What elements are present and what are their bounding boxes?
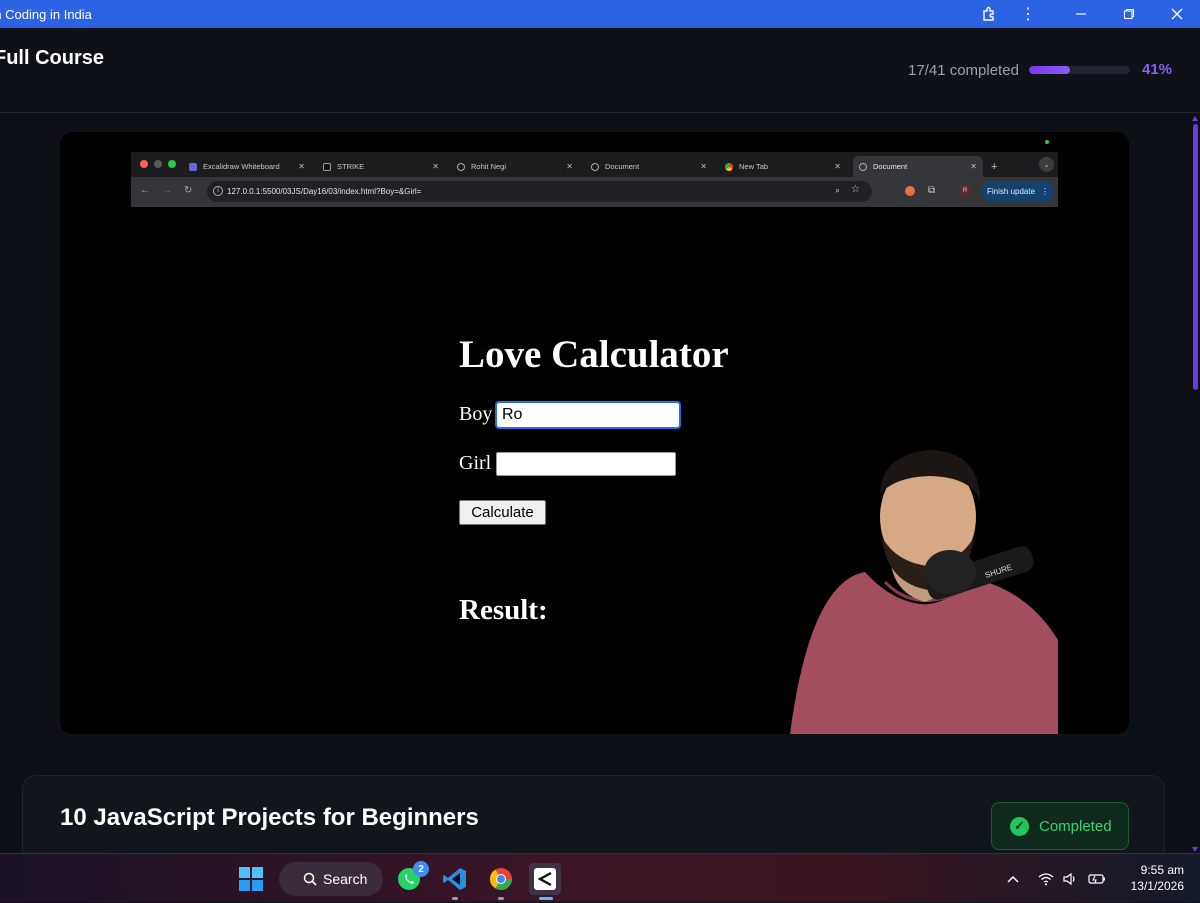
zoom-dot-icon (168, 160, 176, 168)
globe-icon (457, 162, 465, 171)
tab-close-icon[interactable]: ✕ (700, 162, 707, 171)
minimize-button[interactable] (1068, 0, 1094, 28)
window-title-bar: rn Coding in India ⋮ (0, 0, 1200, 28)
progress-fill (1029, 66, 1071, 74)
site-info-icon[interactable]: i (213, 186, 223, 196)
taskbar: Search 2 9:55 am 13/1/2026 (0, 853, 1200, 902)
tab-close-icon[interactable]: ✕ (834, 162, 841, 171)
excalidraw-icon (189, 162, 197, 171)
restore-button[interactable] (1116, 0, 1142, 28)
app-icon[interactable] (529, 863, 561, 895)
globe-icon (591, 162, 599, 171)
vscode-icon[interactable] (439, 863, 471, 895)
bookmark-star-icon[interactable]: ☆ (851, 184, 860, 195)
recording-indicator (1045, 140, 1049, 144)
girl-input[interactable] (496, 452, 676, 476)
love-calculator-title: Love Calculator (459, 333, 729, 376)
girl-label: Girl (459, 452, 492, 474)
minimize-dot-icon (154, 160, 162, 168)
browser-tab[interactable]: Excalidraw Whiteboard ✕ (183, 156, 311, 177)
search-icon (303, 872, 317, 886)
presenter-webcam: SHURE (790, 450, 1058, 734)
tab-close-icon[interactable]: ✕ (566, 162, 573, 171)
browser-tab-active[interactable]: Document ✕ (853, 156, 983, 177)
extension-icon[interactable] (905, 186, 915, 196)
windows-start-icon[interactable] (235, 863, 267, 895)
scroll-thumb[interactable] (1193, 124, 1198, 390)
wifi-icon[interactable] (1038, 854, 1054, 903)
browser-tab[interactable]: New Tab ✕ (719, 156, 847, 177)
embedded-browser: Excalidraw Whiteboard ✕ STRIKE ✕ Rohit Neg… (131, 152, 1058, 207)
course-header: Full Course 17/41 completed 41% (0, 28, 1200, 113)
running-indicator (452, 897, 458, 900)
whatsapp-icon[interactable]: 2 (393, 861, 429, 895)
zoom-icon[interactable]: ⌕ (835, 185, 840, 196)
finish-update-button[interactable]: Finish update ⋮ (981, 181, 1054, 202)
battery-icon[interactable] (1088, 854, 1106, 903)
volume-icon[interactable] (1062, 854, 1078, 903)
clock-date: 13/1/2026 (1130, 879, 1184, 893)
active-indicator (539, 897, 553, 900)
profile-avatar[interactable]: R (959, 185, 971, 197)
taskbar-search[interactable]: Search (279, 862, 383, 896)
progress-bar (1029, 66, 1130, 74)
globe-icon (859, 162, 867, 171)
tab-close-icon[interactable]: ✕ (970, 162, 977, 171)
window-title: rn Coding in India (0, 6, 92, 22)
tab-search-icon[interactable]: ⌄ (1039, 157, 1054, 172)
address-bar-row: ← → ↻ i 127.0.0.1:5500/03JS/Day16/03/ind… (131, 177, 1058, 207)
scroll-up-icon[interactable] (1192, 116, 1198, 121)
result-heading: Result: (459, 594, 548, 626)
project-title: 10 JavaScript Projects for Beginners (60, 804, 479, 831)
boy-input[interactable]: Ro (495, 401, 681, 429)
browser-tab-row: Excalidraw Whiteboard ✕ STRIKE ✕ Rohit Neg… (131, 152, 1058, 177)
scroll-down-icon[interactable] (1192, 847, 1198, 852)
tab-close-icon[interactable]: ✕ (432, 162, 439, 171)
video-player[interactable]: Excalidraw Whiteboard ✕ STRIKE ✕ Rohit Neg… (60, 132, 1129, 734)
system-clock[interactable]: 9:55 am 13/1/2026 (1120, 862, 1184, 894)
reload-icon[interactable]: ↻ (184, 185, 192, 196)
running-indicator (498, 897, 504, 900)
progress-percent: 41% (1142, 61, 1173, 78)
forward-arrow-icon[interactable]: → (162, 185, 172, 196)
scrollbar[interactable] (1190, 114, 1200, 854)
address-bar[interactable]: i 127.0.0.1:5500/03JS/Day16/03/index.htm… (207, 181, 872, 202)
close-dot-icon (140, 160, 148, 168)
more-options-icon: ⋮ (1041, 187, 1050, 196)
course-title: Full Course (0, 47, 105, 69)
chrome-icon[interactable] (485, 863, 517, 895)
browser-tab[interactable]: STRIKE ✕ (317, 156, 445, 177)
clock-time: 9:55 am (1140, 863, 1184, 877)
chrome-icon (725, 162, 733, 171)
strike-icon (323, 162, 331, 171)
progress-text: 17/41 completed (908, 62, 1019, 79)
puzzle-icon[interactable]: ⧉ (928, 185, 935, 196)
show-hidden-icons-icon[interactable] (1006, 854, 1020, 903)
back-arrow-icon[interactable]: ← (140, 185, 150, 196)
completed-button[interactable]: ✓ Completed (991, 802, 1129, 850)
boy-label: Boy (459, 403, 493, 425)
url-text: 127.0.0.1:5500/03JS/Day16/03/index.html?… (227, 187, 422, 196)
check-circle-icon: ✓ (1010, 816, 1029, 836)
new-tab-icon[interactable]: + (989, 156, 1003, 177)
tab-close-icon[interactable]: ✕ (298, 162, 305, 171)
project-card: 10 JavaScript Projects for Beginners ✓ C… (22, 775, 1165, 854)
browser-tab[interactable]: Document ✕ (585, 156, 713, 177)
main-content: Excalidraw Whiteboard ✕ STRIKE ✕ Rohit Neg… (0, 114, 1200, 854)
calculate-button[interactable]: Calculate (459, 500, 546, 525)
extensions-icon[interactable] (977, 0, 1001, 28)
notification-badge: 2 (413, 861, 429, 877)
more-options-icon[interactable]: ⋮ (1018, 0, 1038, 28)
browser-tab[interactable]: Rohit Negi ✕ (451, 156, 579, 177)
close-button[interactable] (1164, 0, 1190, 28)
